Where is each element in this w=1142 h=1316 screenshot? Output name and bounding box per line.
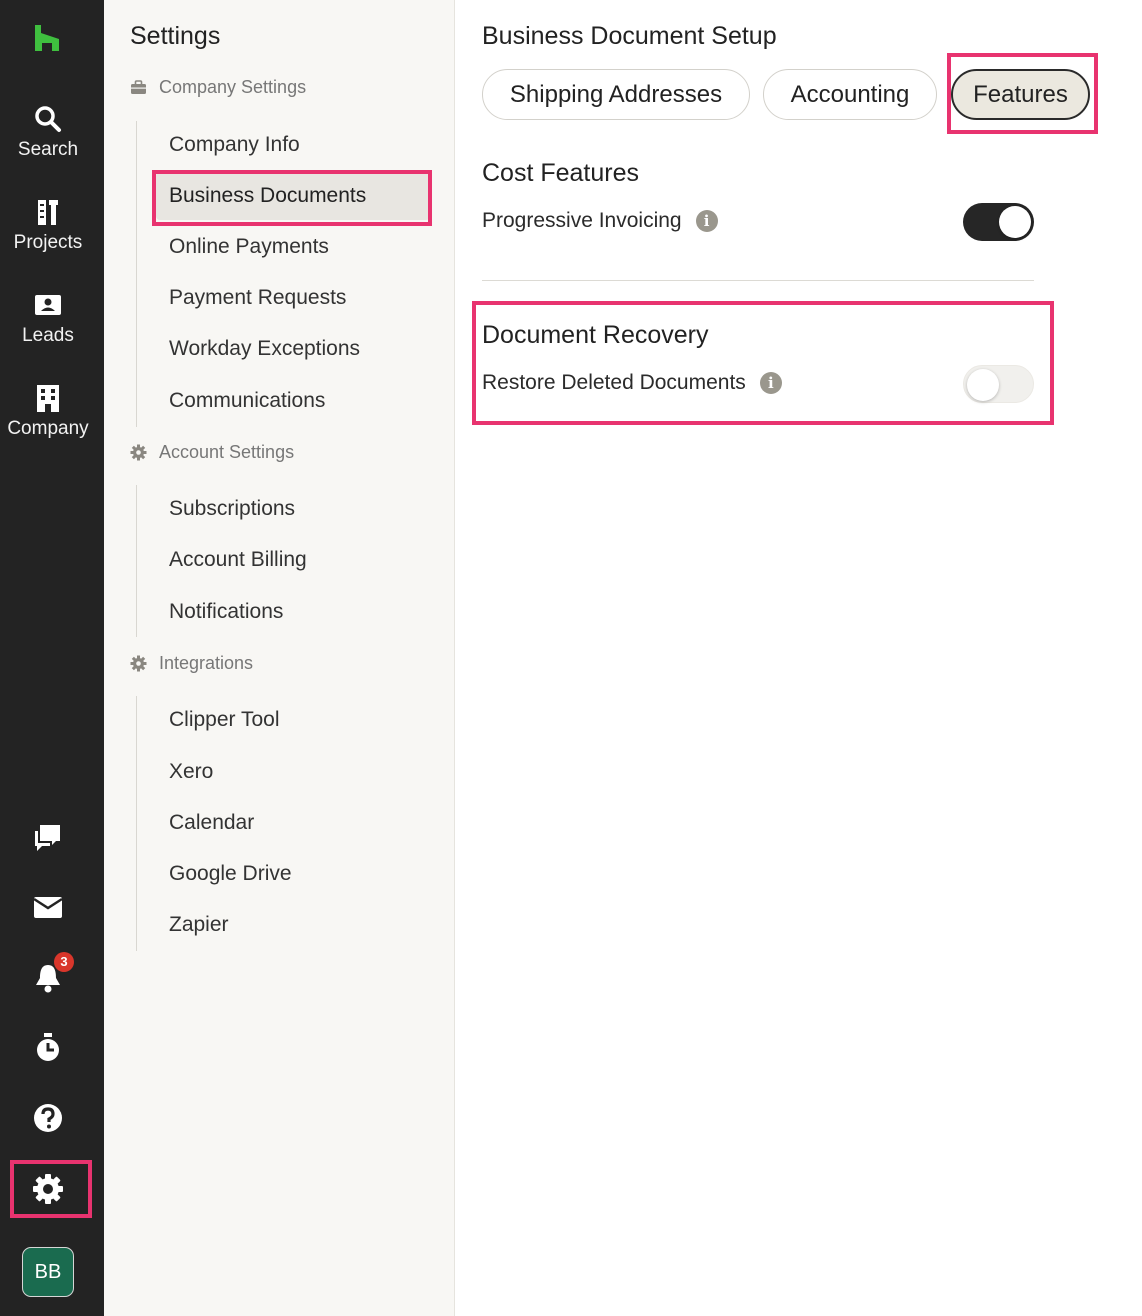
tab-accounting[interactable]: Accounting [763,69,937,120]
cost-features-title: Cost Features [482,159,640,187]
restore-deleted-documents-row: Restore Deleted Documents i [482,371,782,395]
nav-zapier[interactable]: Zapier [156,901,430,949]
help-button[interactable] [30,1100,66,1136]
nav-calendar[interactable]: Calendar [156,799,430,847]
settings-sidebar: Settings Company Settings Company Info B… [104,0,455,1316]
inbox-icon [33,897,63,918]
nav-clipper-tool[interactable]: Clipper Tool [156,696,430,744]
gear-icon [33,1174,63,1204]
left-rail: Search Projects Leads Company 3 BB [0,0,104,1316]
page-title: Business Document Setup [482,22,777,50]
progressive-invoicing-toggle[interactable] [963,203,1034,241]
avatar[interactable]: BB [22,1247,74,1297]
group-account-settings: Account Settings [130,442,294,463]
nav-online-payments[interactable]: Online Payments [156,223,430,271]
timer-button[interactable] [30,1030,66,1066]
group-divider-line [136,696,137,951]
document-recovery-title: Document Recovery [482,321,709,349]
leads-icon [35,295,61,315]
nav-subscriptions[interactable]: Subscriptions [156,485,430,533]
nav-company-info[interactable]: Company Info [156,121,430,169]
group-company-settings: Company Settings [130,77,306,98]
rail-projects-label: Projects [13,232,83,253]
nav-notifications[interactable]: Notifications [156,588,430,636]
nav-communications[interactable]: Communications [156,377,430,425]
info-icon[interactable]: i [759,372,782,394]
group-integrations-label: Integrations [159,653,254,673]
settings-title: Settings [130,22,221,50]
nav-workday-exceptions[interactable]: Workday Exceptions [156,325,430,373]
restore-deleted-documents-toggle[interactable] [963,365,1034,403]
inbox-button[interactable] [30,889,66,925]
section-divider [482,280,1034,281]
progressive-invoicing-row: Progressive Invoicing i [482,209,718,233]
group-company-settings-label: Company Settings [159,77,307,97]
gear-icon [130,655,147,672]
progressive-invoicing-label: Progressive Invoicing [482,209,682,232]
messages-button[interactable] [30,819,66,855]
briefcase-icon [131,80,146,94]
notifications-button[interactable]: 3 [30,952,74,996]
nav-business-documents[interactable]: Business Documents [156,172,430,220]
search-icon [35,106,61,132]
main-content: Business Document Setup Shipping Address… [456,0,1142,1316]
rail-projects[interactable]: Projects [0,197,96,254]
group-integrations: Integrations [130,653,253,674]
nav-xero[interactable]: Xero [156,748,430,796]
houzz-logo-icon[interactable] [33,25,61,51]
tab-shipping-addresses[interactable]: Shipping Addresses [482,69,750,120]
rail-leads[interactable]: Leads [0,290,96,347]
settings-button[interactable] [30,1171,66,1207]
group-divider-line [136,121,137,427]
help-icon [34,1104,62,1132]
company-icon [37,385,59,412]
timer-icon [37,1033,59,1061]
rail-leads-label: Leads [22,325,74,346]
rail-search[interactable]: Search [0,104,96,161]
nav-account-billing[interactable]: Account Billing [156,536,430,584]
toggle-knob [967,369,999,401]
projects-icon [38,200,58,225]
tab-features[interactable]: Features [951,69,1090,120]
rail-company[interactable]: Company [0,383,96,440]
rail-search-label: Search [17,139,79,160]
document-recovery-highlight-box [472,301,1054,425]
nav-payment-requests[interactable]: Payment Requests [156,274,430,322]
rail-company-label: Company [7,418,89,439]
chat-icon [35,825,60,851]
group-divider-line [136,485,137,637]
nav-google-drive[interactable]: Google Drive [156,850,430,898]
group-account-settings-label: Account Settings [159,442,295,462]
toggle-knob [999,206,1031,238]
notification-count-badge: 3 [54,952,74,972]
gear-icon [130,444,147,461]
restore-deleted-documents-label: Restore Deleted Documents [482,371,746,394]
info-icon[interactable]: i [695,210,718,232]
